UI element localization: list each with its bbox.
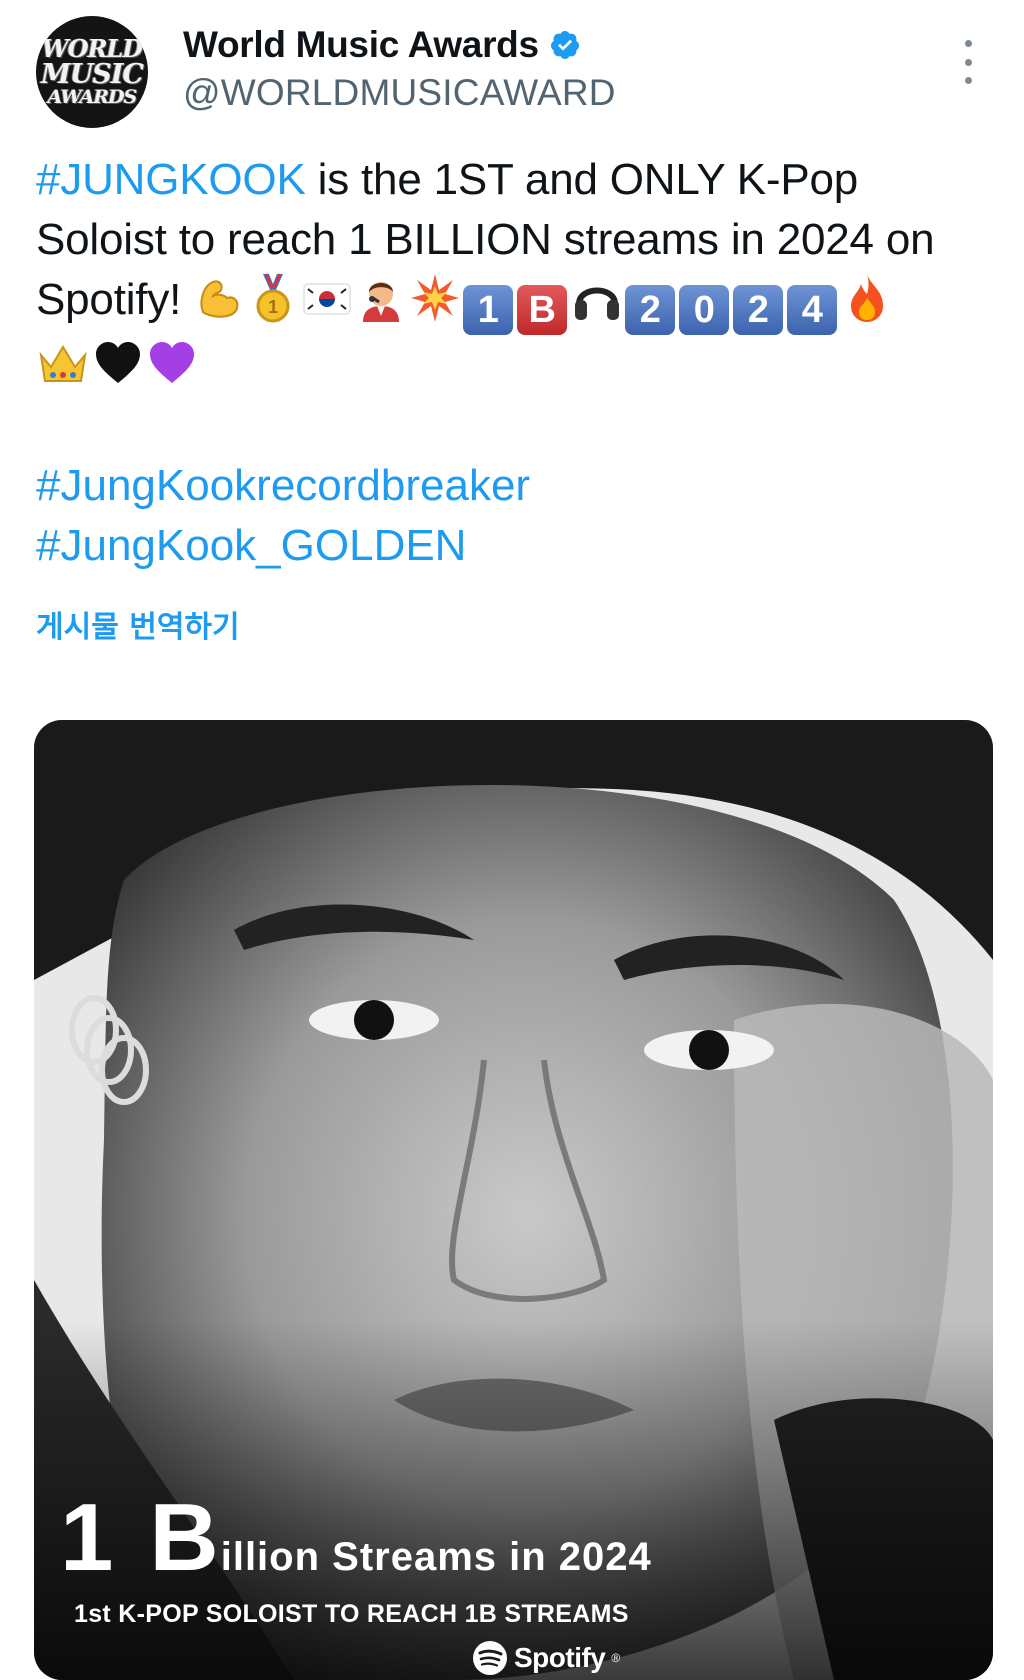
- crown-icon: [39, 345, 87, 382]
- headline-number: 1: [60, 1484, 114, 1591]
- hashtag-golden-link[interactable]: #JungKook_GOLDEN: [36, 521, 466, 570]
- more-dot-icon: [964, 58, 972, 66]
- avatar-line-1: WORLD: [41, 34, 143, 63]
- headline-letter-b: B: [149, 1484, 219, 1591]
- south-korea-flag-icon: [303, 283, 351, 315]
- keycap-2: 2: [625, 285, 676, 335]
- media-caption-overlay: 1 B illion Streams in 2024 1st K-POP SOL…: [60, 1490, 652, 1629]
- headline-subtitle: 1st K-POP SOLOIST TO REACH 1B STREAMS: [74, 1600, 629, 1628]
- keycap-b: B: [517, 285, 568, 335]
- svg-text:1: 1: [268, 297, 278, 317]
- collision-icon: [411, 274, 460, 322]
- display-name[interactable]: World Music Awards: [183, 24, 539, 66]
- hashtag-recordbreaker-link[interactable]: #JungKookrecordbreaker: [36, 461, 530, 510]
- registered-mark: ®: [611, 1651, 621, 1665]
- hashtag-list: #JungKookrecordbreaker #JungKook_GOLDEN: [36, 456, 530, 576]
- flexed-biceps-icon: [200, 280, 239, 318]
- avatar-line-3: AWARDS: [47, 86, 138, 108]
- tweet-text: #JUNGKOOK is the 1ST and ONLY K-Pop Solo…: [36, 150, 996, 395]
- billion-streams-headline: 1 B illion Streams in 2024: [60, 1490, 652, 1586]
- spotify-logo: Spotify ®: [472, 1640, 620, 1676]
- keycap-2: 2: [733, 285, 784, 335]
- black-heart-icon: [96, 342, 140, 383]
- singer-icon: [363, 282, 400, 322]
- spotify-icon: [473, 1641, 507, 1675]
- headphone-icon: [575, 287, 620, 320]
- 1st-place-medal-icon: 1: [256, 273, 290, 323]
- tweet-media-image[interactable]: 1 B illion Streams in 2024 1st K-POP SOL…: [34, 720, 993, 1680]
- spotify-wordmark: Spotify: [514, 1642, 606, 1673]
- translate-post-link[interactable]: 게시물 번역하기: [36, 602, 240, 646]
- purple-heart-icon: [150, 342, 194, 383]
- avatar-line-2: MUSIC: [40, 59, 144, 90]
- avatar[interactable]: WORLD MUSIC AWARDS: [36, 16, 148, 128]
- keycap-4: 4: [787, 285, 838, 335]
- name-row: World Music Awards: [183, 24, 581, 66]
- keycap-1: 1: [463, 285, 514, 335]
- hashtag-jungkook-link[interactable]: #JUNGKOOK: [36, 155, 306, 204]
- more-dot-icon: [964, 77, 972, 84]
- tweet-header: WORLD MUSIC AWARDS World Music Awards @W…: [0, 0, 1024, 140]
- headline-rest: illion Streams in 2024: [220, 1535, 652, 1579]
- keycap-0: 0: [679, 285, 730, 335]
- account-handle[interactable]: @WORLDMUSICAWARD: [183, 72, 616, 114]
- verified-badge-icon: [549, 29, 581, 61]
- more-options-button[interactable]: [954, 40, 982, 84]
- fire-icon: [851, 274, 884, 322]
- more-dot-icon: [964, 40, 972, 47]
